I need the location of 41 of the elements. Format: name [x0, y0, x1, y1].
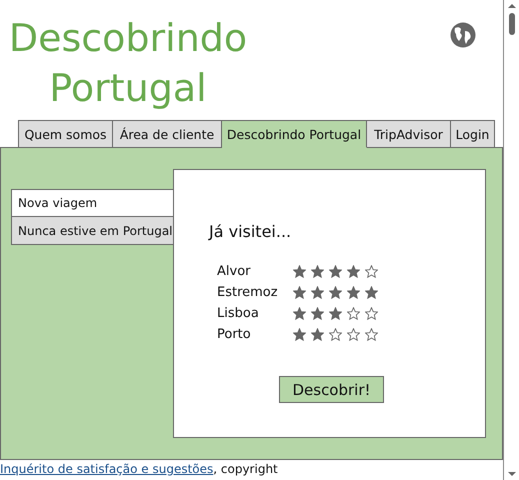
footer-text: Inquérito de satisfação e sugestões, copyright — [0, 461, 279, 478]
filled-star-icon — [293, 265, 306, 278]
nav-tab[interactable]: Quem somos — [18, 120, 113, 148]
scroll-down-icon[interactable] — [508, 471, 516, 477]
side-menu-item[interactable]: Nova viagem — [11, 189, 173, 217]
card-heading: Já visitei... — [209, 222, 292, 241]
filled-star-icon — [311, 328, 324, 341]
filled-star-icon — [365, 286, 378, 299]
place-name: Lisboa — [217, 306, 260, 321]
filled-star-icon — [293, 286, 306, 299]
globe-icon — [450, 22, 476, 48]
scroll-up-icon[interactable] — [508, 3, 516, 9]
filled-star-icon — [329, 307, 342, 320]
empty-star-icon — [347, 328, 360, 341]
nav-tab[interactable]: Login — [451, 120, 495, 148]
discover-button[interactable]: Descobrir! — [279, 376, 384, 403]
scroll-thumb[interactable] — [508, 13, 514, 35]
filled-star-icon — [293, 328, 306, 341]
empty-star-icon — [365, 265, 378, 278]
place-name: Porto — [217, 327, 252, 342]
nav-tab[interactable]: TripAdvisor — [367, 120, 451, 148]
survey-link[interactable]: Inquérito de satisfação e sugestões — [0, 462, 214, 476]
filled-star-icon — [311, 307, 324, 320]
empty-star-icon — [347, 307, 360, 320]
nav-tab[interactable]: Área de cliente — [113, 120, 222, 148]
filled-star-icon — [329, 265, 342, 278]
filled-star-icon — [347, 265, 360, 278]
side-menu-item[interactable]: Nunca estive em Portugal — [11, 217, 173, 245]
filled-star-icon — [311, 265, 324, 278]
filled-star-icon — [311, 286, 324, 299]
place-name: Alvor — [217, 264, 252, 279]
filled-star-icon — [329, 286, 342, 299]
filled-star-icon — [293, 307, 306, 320]
empty-star-icon — [365, 328, 378, 341]
site-title: Descobrindo Portugal — [8, 15, 248, 112]
filled-star-icon — [347, 286, 360, 299]
scrollbar[interactable] — [503, 0, 519, 480]
empty-star-icon — [329, 328, 342, 341]
empty-star-icon — [365, 307, 378, 320]
place-name: Estremoz — [217, 285, 279, 300]
nav-tab[interactable]: Descobrindo Portugal — [222, 120, 367, 148]
